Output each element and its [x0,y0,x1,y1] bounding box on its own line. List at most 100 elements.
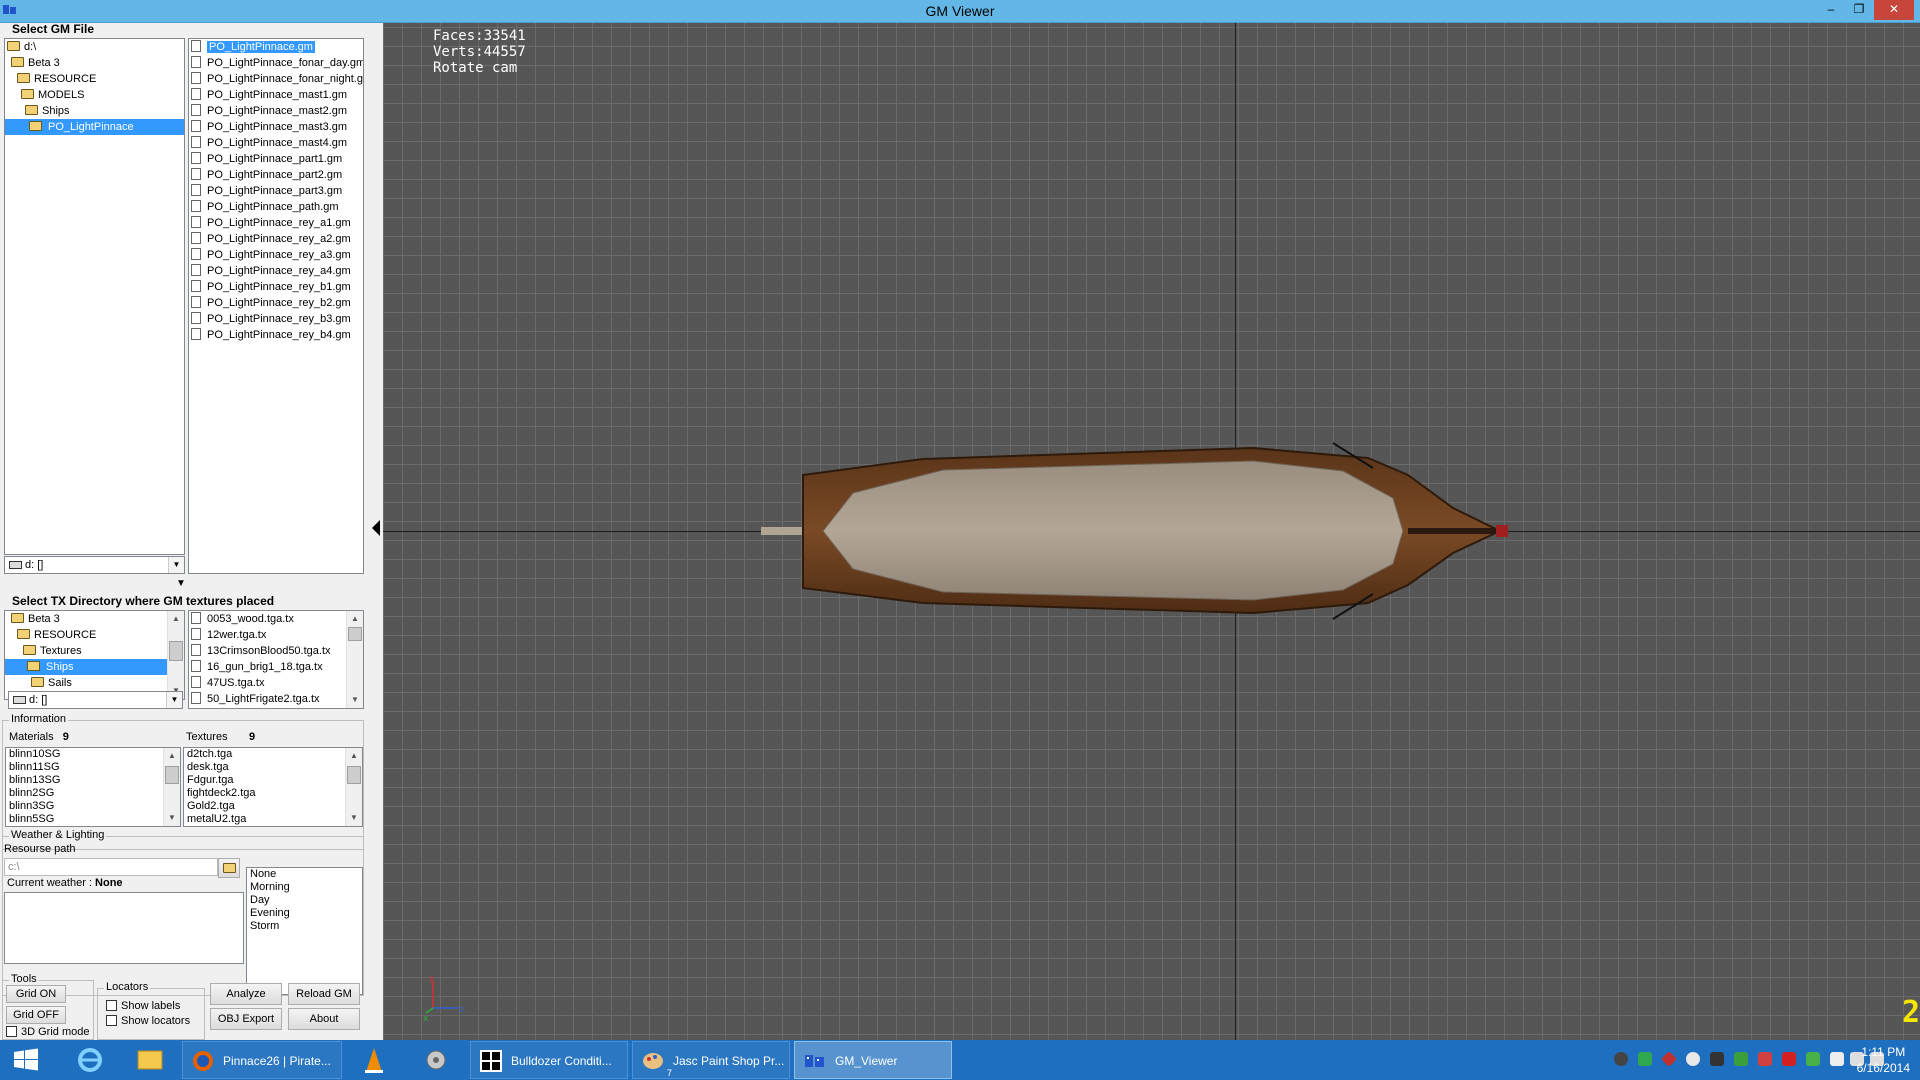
windows-start-icon[interactable] [0,1040,52,1080]
gm-folder-tree[interactable]: d:\ Beta 3 RESOURCE MODELS Ships PO_Ligh… [4,38,185,555]
tx-drive-select[interactable]: d: [] ▼ [8,691,183,709]
scroll-down-icon[interactable]: ▼ [347,692,363,708]
3d-viewport[interactable]: Faces:33541 Verts:44557 Rotate cam y z x… [383,23,1920,1040]
gm-drive-select[interactable]: d: [] ▼ [4,556,185,574]
tray-app-icon[interactable] [1614,1052,1628,1066]
tray-app-icon[interactable] [1734,1052,1748,1066]
minimize-button[interactable]: – [1818,0,1844,20]
tray-app-icon[interactable] [1710,1052,1724,1066]
scroll-down-icon[interactable]: ▼ [164,810,180,826]
tree-node[interactable]: Textures [23,643,82,659]
file-list-item[interactable]: PO_LightPinnace_rey_b2.gm [191,295,351,311]
material-item[interactable]: blinn5SG [9,813,54,826]
material-item[interactable]: blinn3SG [9,800,54,813]
weather-option[interactable]: Morning [250,881,290,894]
texture-item[interactable]: metalU2.tga [187,813,246,826]
grid-off-button[interactable]: Grid OFF [6,1006,66,1024]
file-list-item[interactable]: PO_LightPinnace_path.gm [191,199,338,215]
textures-scrollbar[interactable]: ▲ ▼ [345,748,362,826]
file-list-item[interactable]: PO_LightPinnace_mast2.gm [191,103,347,119]
gm-file-list[interactable]: PO_LightPinnace.gm PO_LightPinnace_fonar_… [188,38,364,574]
tx-folder-tree[interactable]: Beta 3 RESOURCE Textures Ships Sails ▲ ▼ [4,610,185,700]
weather-list[interactable]: None Morning Day Evening Storm [246,867,363,995]
scroll-thumb[interactable] [169,641,183,661]
materials-list[interactable]: blinn10SG blinn11SG blinn13SG blinn2SG blinn… [5,747,181,827]
weather-option[interactable]: Day [250,894,270,907]
cloud-icon[interactable] [1686,1052,1700,1066]
taskbar-item-bulldozer[interactable]: Bulldozer Conditi... [470,1041,628,1079]
checkbox-icon[interactable] [6,1026,17,1037]
file-list-item[interactable]: 47US.tga.tx [191,675,264,691]
tray-app-icon[interactable] [1806,1052,1820,1066]
material-item[interactable]: blinn2SG [9,787,54,800]
file-list-item[interactable]: 12wer.tga.tx [191,627,266,643]
texture-item[interactable]: fightdeck2.tga [187,787,256,800]
texture-item[interactable]: d2tch.tga [187,748,232,761]
checkbox-icon[interactable] [106,1000,117,1011]
file-list-item[interactable]: PO_LightPinnace.gm [191,39,316,55]
tray-app-icon[interactable] [1782,1052,1796,1066]
weather-option[interactable]: Evening [250,907,290,920]
close-button[interactable]: ✕ [1874,0,1914,20]
taskbar-item-firefox[interactable]: Pinnace26 | Pirate... [182,1041,342,1079]
weather-option[interactable]: None [250,868,276,881]
file-list-item[interactable]: PO_LightPinnace_rey_b1.gm [191,279,351,295]
scroll-up-icon[interactable]: ▲ [168,611,184,627]
chevron-down-icon[interactable]: ▼ [166,692,182,708]
maximize-button[interactable]: ❐ [1846,0,1872,20]
file-list-item[interactable]: PO_LightPinnace_rey_a3.gm [191,247,351,263]
file-explorer-icon[interactable] [122,1040,178,1080]
chevron-down-icon[interactable]: ▼ [168,557,184,573]
file-list-item[interactable]: PO_LightPinnace_rey_b4.gm [191,327,351,343]
texture-item[interactable]: Gold2.tga [187,800,235,813]
scroll-thumb[interactable] [348,627,362,641]
app-settings-icon[interactable] [408,1040,464,1080]
tree-node[interactable]: d:\ [7,39,36,55]
tree-node[interactable]: Beta 3 [11,611,60,627]
file-list-item[interactable]: PO_LightPinnace_rey_a4.gm [191,263,351,279]
file-list-item[interactable]: PO_LightPinnace_mast3.gm [191,119,347,135]
tray-app-icon[interactable] [1758,1052,1772,1066]
tree-node[interactable]: Ships [25,103,70,119]
grid-3d-checkbox[interactable]: 3D Grid mode [6,1025,89,1039]
splitter-arrow-icon[interactable]: ▼ [176,578,186,589]
tray-app-icon[interactable] [1638,1052,1652,1066]
file-list-item[interactable]: PO_LightPinnace_rey_a1.gm [191,215,351,231]
file-list-item[interactable]: 0053_wood.tga.tx [191,611,294,627]
tree-node[interactable]: MODELS [21,87,84,103]
scroll-up-icon[interactable]: ▲ [347,611,363,627]
file-list-item[interactable]: PO_LightPinnace_mast4.gm [191,135,347,151]
tree-node[interactable]: Beta 3 [11,55,60,71]
scroll-up-icon[interactable]: ▲ [164,748,180,764]
file-list-item[interactable]: 13CrimsonBlood50.tga.tx [191,643,331,659]
show-labels-checkbox[interactable]: Show labels [106,999,180,1013]
file-list-item[interactable]: PO_LightPinnace_rey_a2.gm [191,231,351,247]
tree-node-selected[interactable]: PO_LightPinnace [5,119,184,135]
scroll-thumb[interactable] [165,766,179,784]
tray-app-icon[interactable] [1661,1051,1677,1067]
material-item[interactable]: blinn13SG [9,774,60,787]
file-list-item[interactable]: PO_LightPinnace_part1.gm [191,151,342,167]
textures-list[interactable]: d2tch.tga desk.tga Fdgur.tga fightdeck2.tga… [183,747,363,827]
tx-file-list[interactable]: 0053_wood.tga.tx 12wer.tga.tx 13CrimsonBlo… [188,610,364,709]
tree-node-selected[interactable]: Ships [5,659,168,675]
file-list-item[interactable]: PO_LightPinnace_part2.gm [191,167,342,183]
internet-explorer-icon[interactable] [62,1040,118,1080]
tree-node[interactable]: RESOURCE [17,627,96,643]
texture-item[interactable]: Fdgur.tga [187,774,233,787]
file-list-item[interactable]: PO_LightPinnace_rey_b3.gm [191,311,351,327]
clock[interactable]: 1:11 PM 6/16/2014 [1857,1044,1910,1076]
taskbar-item-paint-shop[interactable]: Jasc Paint Shop Pr... 7 [632,1041,790,1079]
file-list-item[interactable]: 16_gun_brig1_18.tga.tx [191,659,323,675]
file-list-item[interactable]: PO_LightPinnace_fonar_day.gm [191,55,363,71]
collapse-panel-icon[interactable] [372,520,380,536]
show-locators-checkbox[interactable]: Show locators [106,1014,190,1028]
vlc-icon[interactable] [346,1040,402,1080]
weather-option[interactable]: Storm [250,920,279,933]
file-list-item[interactable]: PO_LightPinnace_part3.gm [191,183,342,199]
browse-folder-button[interactable] [218,858,240,878]
tree-node[interactable]: RESOURCE [17,71,96,87]
file-list-item[interactable]: PO_LightPinnace_fonar_night.gm [191,71,363,87]
analyze-button[interactable]: Analyze [210,983,282,1005]
tx-tree-scrollbar[interactable]: ▲ ▼ [167,611,184,699]
